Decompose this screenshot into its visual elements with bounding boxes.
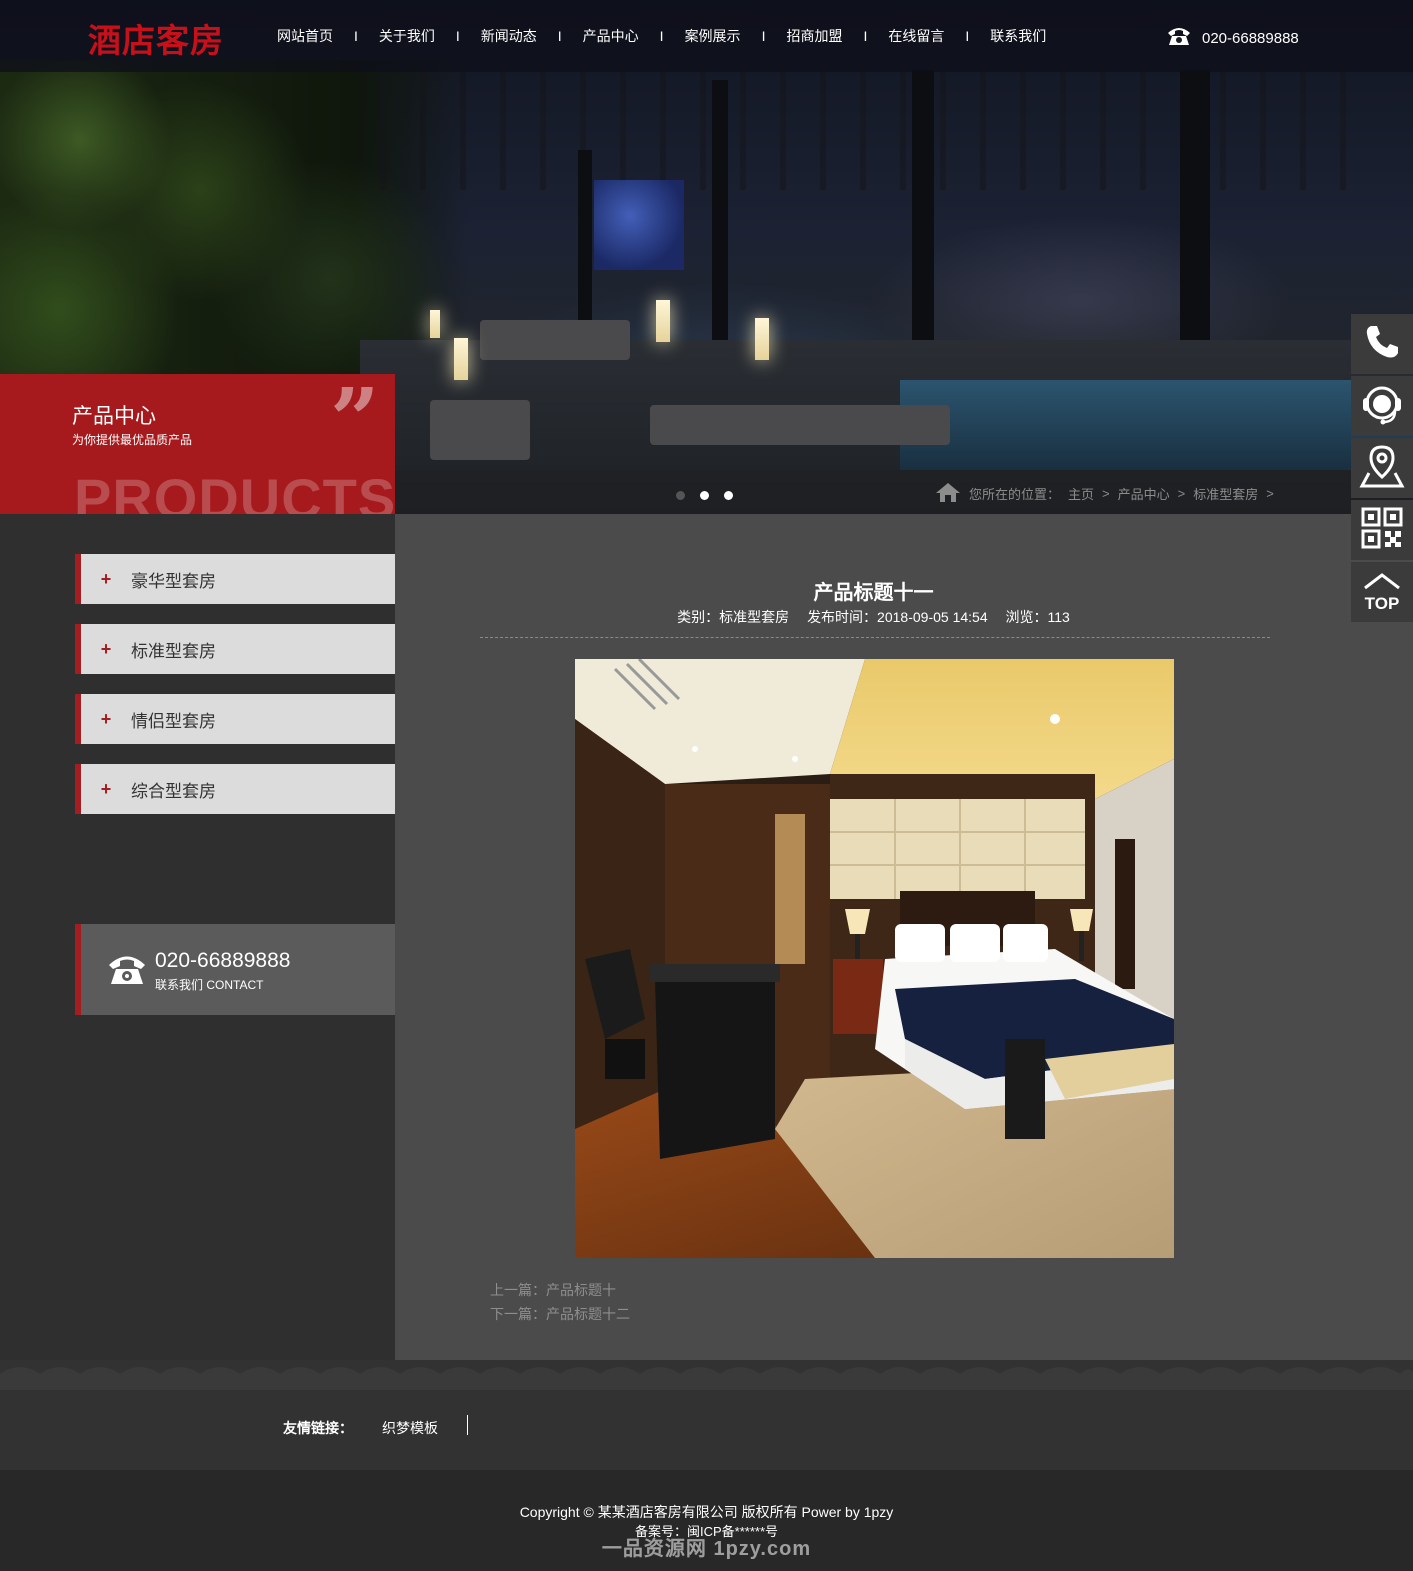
section-subtitle: 为你提供最优品质产品 <box>72 433 193 447</box>
plus-icon: + <box>100 778 112 799</box>
nav-separator: I <box>863 28 868 44</box>
sidebar-item-label: 豪华型套房 <box>131 571 216 591</box>
nav-separator: I <box>354 28 358 44</box>
hero-lantern <box>454 338 468 380</box>
chevron-up-icon <box>1362 572 1402 595</box>
header-phone: 020-66889888 <box>1166 25 1299 51</box>
float-service-button[interactable] <box>1351 376 1413 436</box>
hero-sofa <box>480 320 630 360</box>
sidebar-item-label: 标准型套房 <box>131 641 216 661</box>
quote-mark-icon: ” <box>330 374 380 471</box>
friend-links-label: 友情链接： <box>283 1420 353 1436</box>
hero-pool <box>900 380 1413 470</box>
slider-dot-active[interactable] <box>700 491 709 500</box>
friend-link[interactable]: 织梦模板 <box>382 1418 438 1438</box>
nav-franchise[interactable]: 招商加盟 <box>771 26 857 46</box>
telephone-icon <box>107 952 147 991</box>
friend-link-divider <box>467 1415 468 1435</box>
nav-home[interactable]: 网站首页 <box>262 26 348 46</box>
breadcrumb: 您所在的位置： 主页 > 产品中心 > 标准型套房 > <box>935 481 1274 506</box>
back-to-top-button[interactable]: TOP <box>1351 562 1413 622</box>
hero-blue-screen <box>594 180 684 270</box>
nav-about[interactable]: 关于我们 <box>364 26 450 46</box>
previous-post-link[interactable]: 上一篇：产品标题十 <box>490 1280 616 1300</box>
hero-pillar <box>712 80 728 360</box>
slider-dot[interactable] <box>676 491 685 500</box>
hero-sofa <box>650 405 950 445</box>
home-icon[interactable] <box>935 481 961 506</box>
sidebar-item-label: 情侣型套房 <box>131 711 216 731</box>
sidebar-item-deluxe-suite[interactable]: + 豪华型套房 <box>75 554 395 604</box>
header-phone-number: 020-66889888 <box>1202 29 1299 47</box>
float-location-button[interactable] <box>1351 438 1413 498</box>
breadcrumb-prefix: 您所在的位置： <box>969 487 1061 502</box>
breadcrumb-separator: > <box>1266 486 1274 501</box>
post-meta: 类别：标准型套房 发布时间：2018-09-05 14:54 浏览：113 <box>395 607 1352 627</box>
slider-dots <box>676 491 733 500</box>
float-phone-button[interactable] <box>1351 314 1413 374</box>
watermark: 一品资源网 1pzy.com <box>601 1538 812 1560</box>
sidebar-item-standard-suite[interactable]: + 标准型套房 <box>75 624 395 674</box>
sidebar-contact: 020-66889888 联系我们 CONTACT <box>75 924 395 1015</box>
phone-icon <box>1362 322 1402 367</box>
post-date: 发布时间：2018-09-05 14:54 <box>807 609 988 625</box>
plus-icon: + <box>100 568 112 589</box>
location-icon <box>1359 443 1405 494</box>
copyright-text: Copyright © 某某酒店客房有限公司 版权所有 Power by 1pz… <box>519 1504 894 1520</box>
product-image <box>575 659 1174 1258</box>
breadcrumb-separator: > <box>1102 486 1110 501</box>
hero-lantern <box>755 318 769 360</box>
plus-icon: + <box>100 708 112 729</box>
contact-phone-number: 020-66889888 <box>155 949 291 972</box>
nav-separator: I <box>659 28 664 44</box>
plus-icon: + <box>100 638 112 659</box>
breadcrumb-products[interactable]: 产品中心 <box>1118 484 1170 503</box>
section-banner: 产品中心 为你提供最优品质产品 ” PRODUCTS <box>0 374 395 514</box>
scalloped-edge <box>0 1360 1413 1390</box>
friend-links-bar <box>0 1360 1413 1470</box>
telephone-icon <box>1166 25 1192 51</box>
float-qrcode-button[interactable] <box>1351 500 1413 560</box>
hero-sofa <box>430 400 530 460</box>
sidebar-item-couple-suite[interactable]: + 情侣型套房 <box>75 694 395 744</box>
nav-separator: I <box>557 28 562 44</box>
breadcrumb-separator: > <box>1177 486 1186 501</box>
post-divider <box>480 637 1270 638</box>
nav-cases[interactable]: 案例展示 <box>670 26 756 46</box>
post-title: 产品标题十一 <box>813 582 934 604</box>
customer-service-icon <box>1359 381 1405 432</box>
main-nav: 网站首页 I 关于我们 I 新闻动态 I 产品中心 I 案例展示 I 招商加盟 … <box>262 26 1061 46</box>
site-logo[interactable]: 酒店客房 <box>88 14 224 62</box>
hero-pergola <box>380 70 1380 190</box>
nav-separator: I <box>965 28 970 44</box>
next-post-link[interactable]: 下一篇：产品标题十二 <box>490 1304 630 1324</box>
nav-contact[interactable]: 联系我们 <box>975 26 1061 46</box>
hero-lantern <box>656 300 670 342</box>
sidebar-item-label: 综合型套房 <box>131 781 216 801</box>
qrcode-icon <box>1361 507 1403 554</box>
contact-label: 联系我们 CONTACT <box>155 978 264 992</box>
nav-news[interactable]: 新闻动态 <box>466 26 552 46</box>
floating-toolbar: TOP <box>1351 314 1413 624</box>
section-title: 产品中心 <box>72 405 156 428</box>
hero-lantern <box>430 310 440 338</box>
nav-message[interactable]: 在线留言 <box>873 26 959 46</box>
nav-separator: I <box>455 28 460 44</box>
site-header: 酒店客房 网站首页 I 关于我们 I 新闻动态 I 产品中心 I 案例展示 I … <box>0 0 1413 72</box>
breadcrumb-home[interactable]: 主页 <box>1068 484 1094 503</box>
slider-dot[interactable] <box>724 491 733 500</box>
nav-products[interactable]: 产品中心 <box>568 26 654 46</box>
breadcrumb-standard-suite[interactable]: 标准型套房 <box>1193 484 1258 503</box>
sidebar-item-comprehensive-suite[interactable]: + 综合型套房 <box>75 764 395 814</box>
post-category: 类别：标准型套房 <box>677 609 790 625</box>
post-views: 浏览：113 <box>1005 609 1070 625</box>
section-english-title: PRODUCTS <box>74 467 395 514</box>
nav-separator: I <box>761 28 766 44</box>
top-label: TOP <box>1364 594 1400 613</box>
